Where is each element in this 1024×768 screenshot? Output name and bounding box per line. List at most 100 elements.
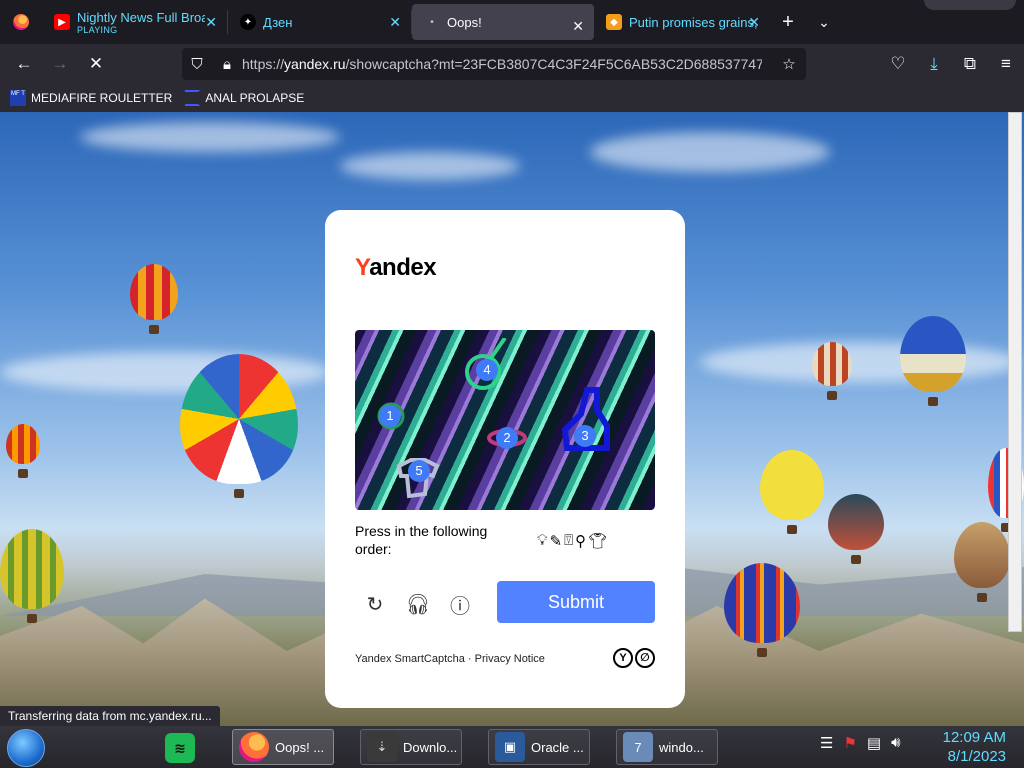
tab-dzen[interactable]: ✦ Дзен ✕ [228, 0, 411, 44]
hot-air-balloon [130, 264, 178, 334]
url-text[interactable]: https://yandex.ru/showcaptcha?mt=23FCB38… [242, 56, 762, 72]
mediafire-icon: MF T [10, 90, 26, 106]
click-marker[interactable]: 1 [379, 405, 401, 427]
tab-title: Nightly News Full Broadcast [77, 9, 205, 25]
hamburger-menu-icon[interactable]: ≡ [988, 48, 1024, 80]
magnifier-icon: ⚲ [575, 533, 587, 550]
close-tab-icon[interactable]: ✕ [748, 14, 760, 31]
close-tab-icon[interactable]: ✕ [389, 14, 401, 31]
close-tab-icon[interactable]: ✕ [572, 18, 584, 35]
show-hidden-icons-icon[interactable]: ☰ [820, 734, 833, 752]
taskbar-item-label: windo... [659, 739, 704, 755]
scrollbar-thumb[interactable] [1008, 112, 1022, 632]
clock-date: 8/1/2023 [947, 748, 1006, 765]
downloads-icon[interactable]: ⤓ [916, 48, 952, 80]
youtube-icon: ▶ [54, 14, 70, 30]
shirt-icon: 👕︎ [588, 533, 608, 550]
shield-icon[interactable]: ⛉ [182, 56, 212, 73]
navigation-bar: ← → ✕ ⛉ 🔒︎ https://yandex.ru/showcaptcha… [0, 44, 1024, 84]
firefox-menu-icon[interactable] [0, 0, 42, 44]
hot-air-balloon [900, 316, 966, 406]
taskbar-item-windows7[interactable]: 7 windo... [616, 729, 718, 765]
captcha-image[interactable]: 1 2 3 4 5 [355, 330, 655, 510]
action-center-flag-icon[interactable]: ⚑ [843, 734, 856, 752]
hot-air-balloon [828, 494, 884, 564]
bookmark-mediafire[interactable]: MF T MEDIAFIRE ROULETTER [10, 90, 172, 106]
click-marker[interactable]: 4 [476, 359, 498, 381]
dzen-icon: ✦ [240, 14, 256, 30]
volume-icon[interactable]: 🔊︎ [891, 734, 900, 752]
scrollbar[interactable] [1008, 112, 1024, 726]
status-bar: Transferring data from mc.yandex.ru... [0, 706, 220, 726]
system-tray: ☰ ⚑ ▤ 🔊︎ [820, 734, 901, 752]
spotify-icon[interactable]: ≋ [165, 733, 195, 763]
icon-order-sequence: 💡︎ ✎ ⍔ ⚲ 👕︎ [537, 532, 607, 550]
taskbar-item-virtualbox[interactable]: ▣ Oracle ... [488, 729, 590, 765]
taskbar-item-label: Downlo... [403, 739, 458, 755]
hot-air-balloon [180, 354, 298, 498]
click-marker[interactable]: 5 [408, 460, 430, 482]
forward-button[interactable]: → [42, 48, 78, 80]
bookmarks-toolbar: MF T MEDIAFIRE ROULETTER ANAL PROLAPSE [0, 84, 1024, 112]
taskbar-item-firefox[interactable]: Oops! ... [232, 729, 334, 765]
tab-title: Oops! [447, 14, 482, 30]
sigma-icon [184, 90, 201, 106]
bookmark-label: MEDIAFIRE ROULETTER [31, 91, 173, 105]
hot-air-balloon [6, 424, 40, 478]
pencil-icon: ✎ [549, 533, 563, 550]
hot-air-balloon [0, 529, 64, 623]
virtualbox-icon: ▣ [495, 732, 525, 762]
captcha-footer-links[interactable]: Yandex SmartCaptcha · Privacy Notice [355, 653, 545, 665]
submit-button[interactable]: Submit [497, 581, 655, 623]
bookmark-anal-prolapse[interactable]: ANAL PROLAPSE [184, 90, 304, 106]
url-bar[interactable]: ⛉ 🔒︎ https://yandex.ru/showcaptcha?mt=23… [182, 48, 806, 80]
tab-title: Putin promises grains, debt... [629, 14, 760, 30]
audio-headphones-icon[interactable]: 🎧︎ [400, 586, 436, 622]
clock-time: 12:09 AM [942, 729, 1006, 746]
tab-bar: ▶ Nightly News Full Broadcast PLAYING ✕ … [0, 0, 1024, 44]
taskbar-item-downloads[interactable]: ⇣ Downlo... [360, 729, 462, 765]
captcha-card: Yandex 1 2 3 4 5 Press in the following … [325, 210, 685, 708]
windows7-icon: 7 [623, 732, 653, 762]
back-button[interactable]: ← [6, 48, 42, 80]
page-viewport: Yandex 1 2 3 4 5 Press in the following … [0, 112, 1024, 726]
refresh-icon[interactable]: ↻ [357, 586, 393, 622]
network-icon[interactable]: ▤ [867, 734, 881, 752]
lightbulb-icon: 💡︎ [537, 532, 548, 549]
click-marker[interactable]: 2 [496, 427, 518, 449]
list-all-tabs-icon[interactable]: ⌄ [806, 14, 842, 31]
hot-air-balloon [812, 342, 852, 400]
hairdryer-shape-outline [561, 387, 610, 451]
hot-air-balloon [760, 450, 824, 534]
news-icon: ◆ [606, 14, 622, 30]
lock-icon[interactable]: 🔒︎ [212, 56, 242, 73]
taskbar-clock[interactable]: 12:09 AM 8/1/2023 [943, 728, 1006, 766]
new-tab-button[interactable]: + [770, 11, 806, 34]
pocket-icon[interactable]: ♡ [880, 48, 916, 80]
downloads-icon: ⇣ [367, 732, 397, 762]
yandex-logo: Yandex [355, 254, 437, 281]
bookmark-label: ANAL PROLAPSE [205, 91, 305, 105]
tab-title: Дзен [263, 14, 293, 30]
tab-playing-label: PLAYING [77, 24, 118, 35]
tab-oops[interactable]: • Oops! ✕ [412, 4, 594, 40]
click-marker[interactable]: 3 [574, 425, 596, 447]
start-button[interactable] [7, 729, 45, 767]
smartcaptcha-logo: Y ∅ [613, 648, 655, 668]
close-tab-icon[interactable]: ✕ [205, 14, 217, 31]
hairdryer-icon: ⍔ [564, 532, 574, 549]
tab-nightly-news[interactable]: ▶ Nightly News Full Broadcast PLAYING ✕ [42, 0, 227, 44]
taskbar-item-label: Oracle ... [531, 739, 584, 755]
info-icon[interactable]: ⓘ [442, 586, 478, 622]
taskbar: ≋ Oops! ... ⇣ Downlo... ▣ Oracle ... 7 w… [0, 726, 1024, 768]
captcha-instruction: Press in the following order: [355, 523, 488, 557]
tab-putin-news[interactable]: ◆ Putin promises grains, debt... ✕ [594, 0, 770, 44]
stop-loading-button[interactable]: ✕ [78, 48, 114, 80]
loading-icon: • [430, 16, 434, 28]
extensions-icon[interactable]: ⧉ [952, 48, 988, 80]
taskbar-item-label: Oops! ... [275, 739, 325, 755]
window-controls[interactable] [924, 0, 1016, 10]
firefox-icon [239, 732, 269, 762]
bookmark-star-icon[interactable]: ☆ [774, 55, 804, 73]
hot-air-balloon [724, 563, 800, 657]
